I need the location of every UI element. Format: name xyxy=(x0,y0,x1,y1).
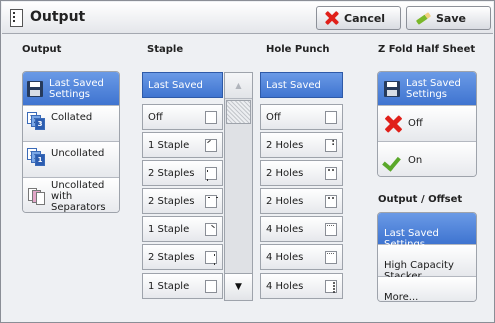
cancel-button[interactable]: Cancel xyxy=(316,6,401,30)
staple-1-top-right[interactable]: 1 Staple xyxy=(142,216,223,242)
off-x-icon xyxy=(384,115,402,133)
staple-top-icon xyxy=(205,195,218,208)
hole-right-icon xyxy=(325,138,337,152)
staple-scrollbar[interactable]: ▲ ▼ xyxy=(224,72,253,301)
header-bar: Output Cancel Save xyxy=(2,2,493,34)
output-item-label: Uncollated xyxy=(51,148,105,159)
staple-title: Staple xyxy=(147,44,184,55)
hole-2-top[interactable]: 2 Holes xyxy=(260,160,343,186)
close-icon xyxy=(325,11,339,25)
output-uncollated[interactable]: 111 Uncollated xyxy=(23,142,119,178)
document-icon xyxy=(10,9,23,27)
save-label: Save xyxy=(436,11,466,25)
disk-icon xyxy=(384,80,400,97)
staple-item-label: 2 Staples xyxy=(148,167,195,179)
output-group: Last Saved Settings 123 Collated 111 Unc… xyxy=(22,71,120,213)
output-screen: Output Cancel Save Output Staple Hole Pu… xyxy=(0,0,495,323)
hole-2-right[interactable]: 2 Holes xyxy=(260,132,343,158)
z-fold-on[interactable]: On xyxy=(378,142,476,176)
page-icon xyxy=(205,111,217,124)
hole-2-alt[interactable]: 2 Holes xyxy=(260,188,343,214)
staple-1-bottom[interactable]: 1 Staple xyxy=(142,273,223,299)
staple-top-left-icon xyxy=(205,139,217,152)
pencil-icon xyxy=(415,11,431,25)
staple-left-icon xyxy=(205,167,217,181)
staple-bottom-icon xyxy=(205,280,217,293)
page-icon xyxy=(325,111,337,124)
staple-right-icon xyxy=(205,251,217,265)
hole-last-saved[interactable]: Last Saved xyxy=(260,72,343,98)
scroll-down-arrow-icon[interactable]: ▼ xyxy=(225,273,252,300)
hole-punch-title: Hole Punch xyxy=(266,44,330,55)
scroll-up-arrow-icon[interactable]: ▲ xyxy=(225,73,252,99)
output-last-saved[interactable]: Last Saved Settings xyxy=(23,72,119,106)
staple-2-right[interactable]: 2 Staples xyxy=(142,244,223,270)
offset-last-saved[interactable]: Last Saved Settings xyxy=(378,213,476,250)
hole-item-label: 4 Holes xyxy=(266,280,304,292)
staple-item-label: Last Saved xyxy=(148,79,203,91)
hole-item-label: Last Saved xyxy=(266,79,321,91)
output-item-label: Last Saved Settings xyxy=(49,77,104,100)
scroll-thumb[interactable] xyxy=(226,100,251,124)
checkmark-icon xyxy=(384,153,402,167)
staple-item-label: 1 Staple xyxy=(148,223,190,235)
hole-item-label: 4 Holes xyxy=(266,223,304,235)
disk-icon xyxy=(27,80,43,97)
hole-off[interactable]: Off xyxy=(260,104,343,130)
z-fold-off[interactable]: Off xyxy=(378,106,476,142)
hole-4-top-alt[interactable]: 4 Holes xyxy=(260,244,343,270)
offset-high-capacity-stacker[interactable]: High Capacity Stacker - Top Tray xyxy=(378,245,476,293)
hole-item-label: 2 Holes xyxy=(266,195,304,207)
offset-more-button[interactable]: More... xyxy=(378,277,476,302)
z-fold-item-label: Off xyxy=(408,118,423,129)
staple-2-left[interactable]: 2 Staples xyxy=(142,160,223,186)
hole-item-label: 2 Holes xyxy=(266,139,304,151)
separators-icon xyxy=(27,187,45,205)
z-fold-item-label: Last Saved Settings xyxy=(406,77,461,100)
staple-item-label: 1 Staple xyxy=(148,280,190,292)
hole-item-label: Off xyxy=(266,111,281,123)
output-collated[interactable]: 123 Collated xyxy=(23,106,119,142)
hole-4-top[interactable]: 4 Holes xyxy=(260,216,343,242)
staple-off[interactable]: Off xyxy=(142,104,223,130)
staple-top-right-icon xyxy=(205,223,217,236)
staple-2-top[interactable]: 2 Staples xyxy=(142,188,223,214)
output-offset-group: Last Saved Settings High Capacity Stacke… xyxy=(377,212,477,302)
hole-item-label: 2 Holes xyxy=(266,167,304,179)
page-title: Output xyxy=(30,9,86,25)
staple-1-top-left[interactable]: 1 Staple xyxy=(142,132,223,158)
output-title: Output xyxy=(22,44,62,55)
staple-last-saved[interactable]: Last Saved xyxy=(142,72,223,98)
z-fold-title: Z Fold Half Sheet xyxy=(378,44,476,55)
output-uncollated-separators[interactable]: Uncollated with Separators xyxy=(23,178,119,213)
uncollated-icon: 111 xyxy=(27,148,45,166)
cancel-label: Cancel xyxy=(344,11,386,25)
collated-icon: 123 xyxy=(27,112,45,130)
hole-4-right[interactable]: 4 Holes xyxy=(260,273,343,299)
output-offset-title: Output / Offset xyxy=(378,194,463,205)
output-item-label: Collated xyxy=(51,112,93,123)
hole-top-icon xyxy=(325,223,337,236)
z-fold-last-saved[interactable]: Last Saved Settings xyxy=(378,72,476,106)
staple-item-label: 2 Staples xyxy=(148,195,195,207)
offset-item-label: More... xyxy=(384,292,419,302)
hole-item-label: 4 Holes xyxy=(266,251,304,263)
hole-top-icon xyxy=(325,251,337,264)
z-fold-group: Last Saved Settings Off On xyxy=(377,71,477,177)
staple-item-label: 1 Staple xyxy=(148,139,190,151)
staple-item-label: 2 Staples xyxy=(148,251,195,263)
hole-right-icon xyxy=(325,280,337,293)
save-button[interactable]: Save xyxy=(406,6,491,30)
output-item-label: Uncollated with Separators xyxy=(51,179,106,213)
staple-item-label: Off xyxy=(148,111,163,123)
hole-top-icon xyxy=(325,167,337,180)
z-fold-item-label: On xyxy=(408,154,423,166)
hole-top-icon xyxy=(325,195,337,208)
